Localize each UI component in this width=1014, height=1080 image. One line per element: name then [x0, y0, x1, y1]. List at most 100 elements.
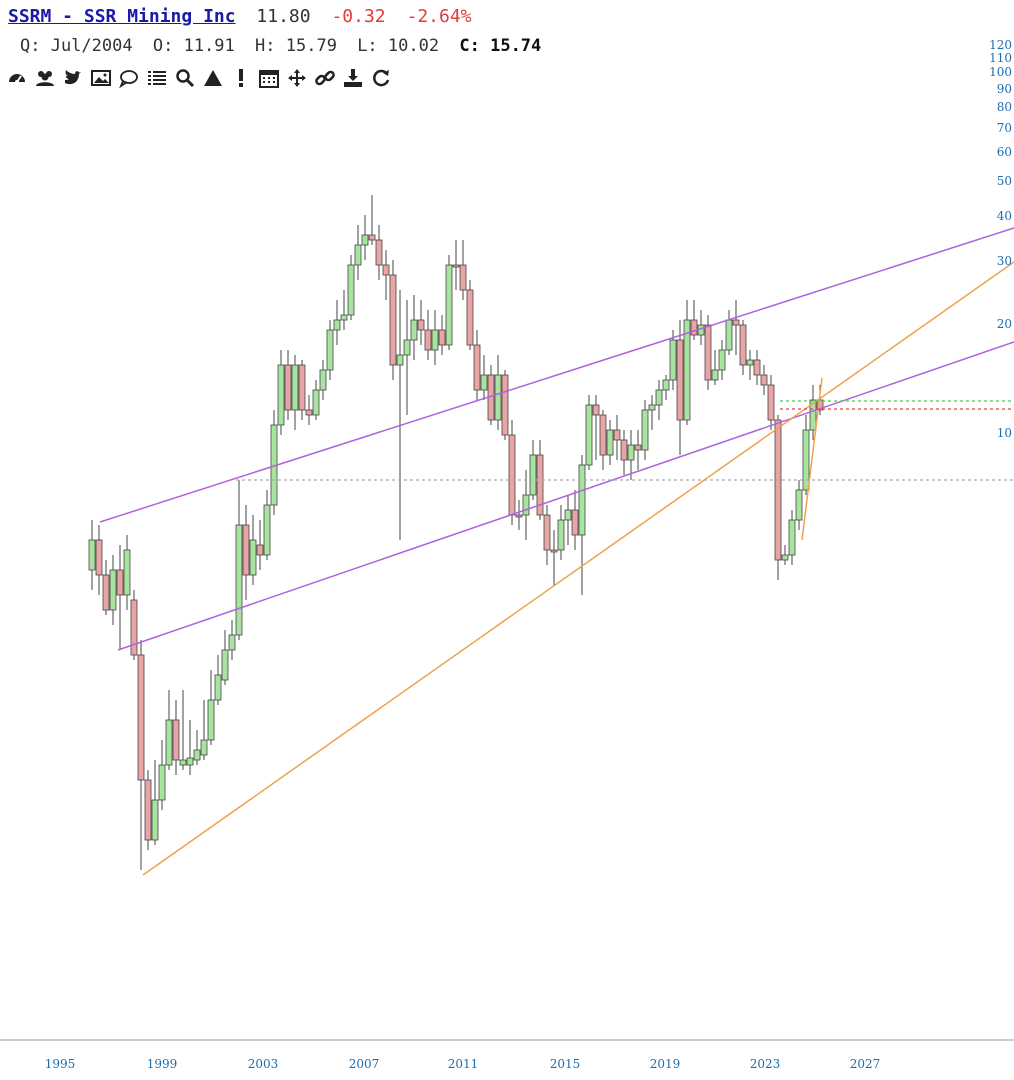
y-tick-label: 70 [997, 121, 1012, 135]
candle-body [102, 574, 110, 611]
candle-body [494, 374, 502, 421]
candle-body [242, 524, 250, 576]
candle-body [627, 444, 635, 461]
x-tick-label: 2023 [750, 1057, 781, 1071]
candle-body [298, 364, 306, 411]
candle-body [214, 674, 222, 701]
candle-body [382, 264, 390, 276]
candle-body [221, 649, 229, 681]
candle-body [641, 409, 649, 451]
x-tick-label: 2007 [349, 1057, 380, 1071]
y-tick-label: 30 [997, 254, 1012, 268]
candle-body [284, 364, 292, 411]
candles-group [88, 195, 824, 870]
candle-body [340, 314, 348, 321]
candle-body [123, 549, 131, 596]
candle-body [249, 539, 257, 576]
candle-body [571, 509, 579, 536]
candle-body [305, 409, 313, 416]
candle-body [417, 319, 425, 331]
candle-body [144, 779, 152, 841]
candle-body [326, 329, 334, 371]
candle-body [333, 319, 341, 331]
candle-body [578, 464, 586, 536]
candle-body [424, 329, 432, 351]
candle-body [158, 764, 166, 801]
candle-body [228, 634, 236, 651]
lower-channel-line [117, 341, 1014, 651]
y-tick-label: 100 [989, 65, 1012, 79]
candle-body [130, 599, 138, 656]
candle-body [179, 759, 187, 766]
x-axis: 1995 1999 2003 2007 2011 2015 2019 2023 2027 [0, 1039, 1014, 1071]
candle-body [347, 264, 355, 316]
y-tick-label: 20 [997, 317, 1012, 331]
candle-body [550, 549, 558, 553]
candle-body [606, 429, 614, 456]
candle-body [431, 329, 439, 351]
candle-body [753, 359, 761, 376]
candle-body [95, 539, 103, 576]
candle-body [361, 234, 369, 246]
candle-body [410, 319, 418, 341]
candle-body [368, 234, 376, 241]
candle-body [543, 514, 551, 551]
long-trendline [142, 261, 1014, 876]
candle-body [802, 429, 810, 491]
candle-body [529, 454, 537, 496]
x-tick-label: 2003 [248, 1057, 279, 1071]
candle-body [165, 719, 173, 766]
candle-body [515, 514, 523, 518]
candle-body [438, 329, 446, 346]
y-tick-label: 120 [989, 38, 1012, 52]
candle-body [767, 384, 775, 421]
candle-body [774, 419, 782, 561]
candle-body [109, 569, 117, 611]
candle-body [172, 719, 180, 761]
candle-body [655, 389, 663, 406]
candle-body [676, 339, 684, 421]
candle-body [746, 359, 754, 366]
candle-body [151, 799, 159, 841]
y-tick-label: 110 [989, 51, 1012, 65]
candle-body [235, 524, 243, 636]
candle-body [760, 374, 768, 386]
x-tick-label: 1999 [147, 1057, 178, 1071]
y-tick-label: 60 [997, 145, 1012, 159]
candle-body [781, 554, 789, 561]
candle-body [620, 439, 628, 461]
price-chart[interactable]: 120110100 90 80 70 60 50 40 30 20 10 1995 1999 2003… [0, 0, 1014, 1080]
x-tick-label: 2019 [650, 1057, 681, 1071]
candle-body [403, 339, 411, 356]
candle-body [452, 264, 460, 268]
y-tick-label: 40 [997, 209, 1012, 223]
candle-body [711, 369, 719, 381]
candle-body [473, 344, 481, 391]
candle-body [599, 414, 607, 456]
candle-body [508, 434, 516, 516]
candle-body [137, 654, 145, 781]
candle-body [445, 264, 453, 346]
y-tick-label: 10 [997, 426, 1012, 440]
candle-body [291, 364, 299, 411]
y-tick-label: 50 [997, 174, 1012, 188]
candle-body [718, 349, 726, 371]
candle-body [522, 494, 530, 516]
candle-body [207, 699, 215, 741]
candle-body [585, 404, 593, 466]
candle-body [592, 404, 600, 416]
candle-body [564, 509, 572, 521]
candle-body [312, 389, 320, 416]
y-tick-label: 90 [997, 82, 1012, 96]
candle-body [739, 324, 747, 366]
candle-body [375, 239, 383, 266]
candle-body [557, 519, 565, 551]
candle-body [732, 319, 740, 326]
candle-body [319, 369, 327, 391]
x-tick-label: 1995 [45, 1057, 76, 1071]
candle-body [501, 374, 509, 436]
candle-body [704, 324, 712, 381]
candle-body [88, 539, 96, 571]
candle-body [459, 264, 467, 291]
candle-body [396, 354, 404, 366]
